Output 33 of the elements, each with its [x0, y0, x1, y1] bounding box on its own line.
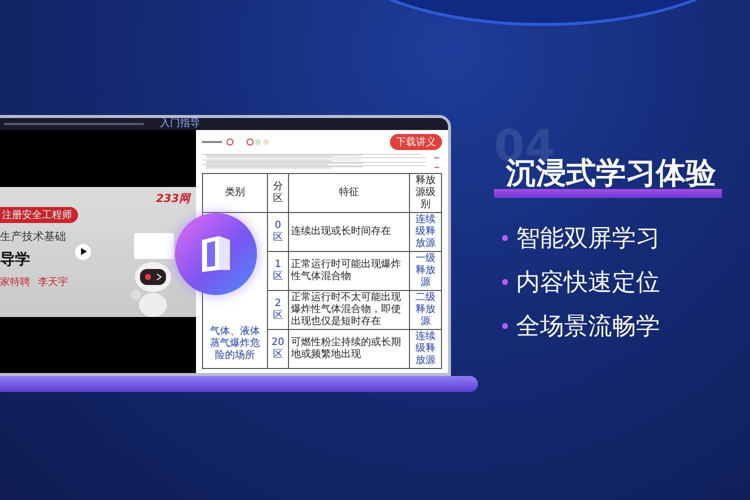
- table-cell: 1区: [267, 252, 288, 290]
- table-cell: 一级释放源: [410, 252, 442, 290]
- table-cell: 连续级释放源: [410, 212, 442, 252]
- table-cell: 正常运行时不太可能出现爆炸性气体混合物，即使出现也仅是短时存在: [288, 290, 410, 330]
- feature-bullet: 智能双屏学习: [516, 223, 660, 254]
- download-button[interactable]: 下载讲义: [390, 134, 442, 150]
- table-cell: 20区: [267, 330, 288, 368]
- play-button[interactable]: [75, 244, 91, 260]
- feature-bullet: 全场景流畅学: [516, 311, 660, 342]
- table-cell: 2区: [267, 290, 288, 330]
- table-header: 分区: [267, 174, 288, 212]
- table-cell: 二级释放源: [410, 290, 442, 330]
- table-header: 特征: [288, 174, 410, 212]
- table-header: 类别: [202, 174, 268, 212]
- popup-card: [134, 232, 174, 258]
- video-subject: 生产技术基础: [0, 228, 66, 244]
- play-icon: [80, 248, 86, 255]
- table-cell: 连续出现或长时间存在: [288, 212, 410, 252]
- teacher-name: 李天宇: [38, 276, 68, 288]
- table-cell: 0区: [267, 212, 288, 252]
- feature-bullet: 内容快速定位: [516, 267, 660, 298]
- table-cell: 可燃性粉尘持续的或长期地或频繁地出现: [288, 330, 410, 368]
- video-title: 导学: [0, 250, 30, 268]
- table-cell: 连续级释放源: [410, 330, 442, 368]
- table-cell: 正常运行时可能出现爆炸性气体混合物: [288, 252, 410, 290]
- table-header: 释放源级别: [410, 174, 442, 212]
- bullet-dot: [502, 323, 508, 329]
- video-logo: 233网: [156, 190, 190, 206]
- bullet-dot: [502, 235, 508, 241]
- video-badge: 注册安全工程师: [0, 206, 78, 222]
- teacher-role: 家特聘: [0, 276, 30, 288]
- bullet-dot: [502, 279, 508, 285]
- book-icon: [199, 234, 233, 274]
